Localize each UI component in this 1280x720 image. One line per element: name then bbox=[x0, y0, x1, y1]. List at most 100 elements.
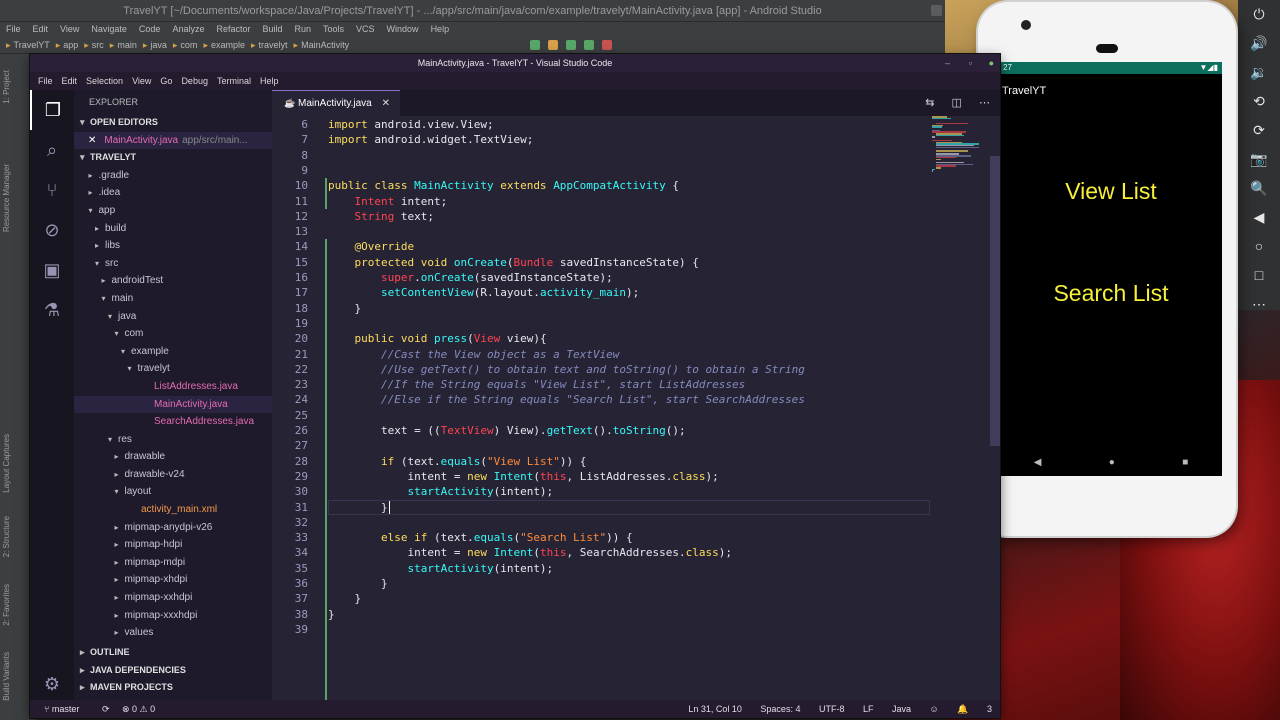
tree-folder[interactable]: ▾ example bbox=[74, 343, 272, 361]
minimap[interactable] bbox=[932, 116, 986, 176]
volume-up-icon[interactable]: 🔊 bbox=[1238, 29, 1280, 58]
close-window-icon[interactable] bbox=[931, 5, 942, 16]
as-breadcrumb-item[interactable]: travelyt bbox=[251, 40, 288, 50]
tree-folder[interactable]: ▾ main bbox=[74, 290, 272, 308]
as-menu-item[interactable]: Help bbox=[431, 24, 450, 34]
as-menu-item[interactable]: Tools bbox=[323, 24, 344, 34]
close-icon[interactable]: ● bbox=[989, 54, 994, 72]
as-breadcrumb-item[interactable]: src bbox=[84, 40, 104, 50]
as-menu-item[interactable]: View bbox=[60, 24, 79, 34]
tree-file[interactable]: MainActivity.java bbox=[74, 395, 272, 414]
code-line[interactable]: if (text.equals("View List")) { bbox=[328, 454, 586, 469]
tree-folder[interactable]: ▾ app bbox=[74, 202, 272, 220]
open-editors-header[interactable]: ▾ OPEN EDITORS bbox=[74, 114, 272, 132]
rotate-right-icon[interactable]: ⟳ bbox=[1238, 116, 1280, 145]
menu-item[interactable]: File bbox=[38, 76, 53, 86]
code-line[interactable]: } bbox=[328, 607, 335, 622]
menu-item[interactable]: Terminal bbox=[217, 76, 251, 86]
code-editor[interactable]: 6 7 8 9 10 11 12 13 14 15 16 17 18 19 20 21 22 23 24 25 26 27… bbox=[272, 116, 1000, 714]
as-menu-item[interactable]: File bbox=[6, 24, 21, 34]
as-menu-item[interactable]: VCS bbox=[356, 24, 375, 34]
as-menu-item[interactable]: Edit bbox=[33, 24, 49, 34]
volume-down-icon[interactable]: 🔉 bbox=[1238, 58, 1280, 87]
as-menu-item[interactable]: Run bbox=[295, 24, 312, 34]
code-line[interactable]: public class MainActivity extends AppCom… bbox=[328, 178, 679, 193]
as-side-tab[interactable]: Resource Manager bbox=[2, 164, 11, 232]
code-line[interactable]: intent = new Intent(this, SearchAddresse… bbox=[328, 545, 732, 560]
as-side-tab[interactable]: 1: Project bbox=[2, 70, 11, 104]
code-line[interactable]: //If the String equals "View List", star… bbox=[328, 377, 745, 392]
as-breadcrumb-item[interactable]: example bbox=[203, 40, 245, 50]
as-menu-item[interactable]: Code bbox=[139, 24, 161, 34]
search-icon[interactable]: ⌕ bbox=[30, 130, 74, 170]
tree-folder[interactable]: ▾ src bbox=[74, 255, 272, 273]
tree-folder[interactable]: ▸ .idea bbox=[74, 184, 272, 202]
tree-folder[interactable]: ▾ travelyt bbox=[74, 360, 272, 378]
more-icon[interactable]: ⋯ bbox=[1238, 290, 1280, 319]
as-breadcrumb-item[interactable]: MainActivity bbox=[294, 40, 350, 50]
java-dependencies-section[interactable]: ▸ JAVA DEPENDENCIES bbox=[74, 662, 272, 680]
end-of-line[interactable]: LF bbox=[863, 704, 874, 714]
code-line[interactable]: } bbox=[328, 301, 361, 316]
project-header[interactable]: ▾ TRAVELYT bbox=[74, 149, 272, 167]
encoding[interactable]: UTF-8 bbox=[819, 704, 845, 714]
code-line[interactable]: } bbox=[328, 576, 388, 591]
code-line[interactable]: setContentView(R.layout.activity_main); bbox=[328, 285, 639, 300]
sync-icon[interactable]: ⟳ bbox=[102, 704, 110, 714]
problems-indicator[interactable]: ⊗ 0 ⚠ 0 bbox=[122, 704, 155, 714]
tree-folder[interactable]: ▸ drawable-v24 bbox=[74, 466, 272, 484]
overview-icon[interactable]: □ bbox=[1238, 261, 1280, 290]
tree-folder[interactable]: ▸ libs bbox=[74, 237, 272, 255]
as-side-tab[interactable]: 2: Favorites bbox=[2, 584, 11, 626]
code-line[interactable]: import android.widget.TextView; bbox=[328, 132, 533, 147]
view-list-button[interactable]: View List bbox=[1000, 178, 1222, 205]
git-branch[interactable]: ⑂ master bbox=[44, 704, 89, 714]
code-line[interactable]: } bbox=[328, 500, 388, 515]
code-line[interactable]: } bbox=[328, 591, 361, 606]
profile-icon[interactable] bbox=[584, 40, 594, 50]
outline-section[interactable]: ▸ OUTLINE bbox=[74, 644, 272, 662]
code-line[interactable]: protected void onCreate(Bundle savedInst… bbox=[328, 255, 699, 270]
code-line[interactable]: else if (text.equals("Search List")) { bbox=[328, 530, 633, 545]
language-mode[interactable]: Java bbox=[892, 704, 911, 714]
tree-folder[interactable]: ▸ mipmap-xxhdpi bbox=[74, 589, 272, 607]
tree-file[interactable]: SearchAddresses.java bbox=[74, 413, 272, 431]
more-actions-icon[interactable]: ⋯ bbox=[979, 97, 990, 109]
as-menu-item[interactable]: Refactor bbox=[216, 24, 250, 34]
rotate-left-icon[interactable]: ⟲ bbox=[1238, 87, 1280, 116]
stop-icon[interactable] bbox=[602, 40, 612, 50]
as-side-tab[interactable]: Layout Captures bbox=[2, 434, 11, 493]
as-menu-item[interactable]: Analyze bbox=[172, 24, 204, 34]
code-line[interactable]: //Cast the View object as a TextView bbox=[328, 347, 619, 362]
back-icon[interactable]: ◀ bbox=[1238, 203, 1280, 232]
tree-folder[interactable]: ▸ androidTest bbox=[74, 272, 272, 290]
code-line[interactable]: @Override bbox=[328, 239, 415, 254]
tree-folder[interactable]: ▾ layout bbox=[74, 483, 272, 501]
test-icon[interactable]: ⚗ bbox=[30, 290, 74, 330]
menu-item[interactable]: View bbox=[132, 76, 151, 86]
open-editor-item[interactable]: ✕ MainActivity.java app/src/main... bbox=[74, 131, 272, 150]
tree-file[interactable]: ListAddresses.java bbox=[74, 378, 272, 396]
files-icon[interactable]: ❐ bbox=[30, 90, 74, 130]
notifications-icon[interactable]: 🔔 3 bbox=[957, 704, 992, 714]
tab-mainactivity[interactable]: ☕ MainActivity.java ✕ bbox=[272, 90, 400, 116]
maven-projects-section[interactable]: ▸ MAVEN PROJECTS bbox=[74, 679, 272, 697]
as-breadcrumb-item[interactable]: app bbox=[56, 40, 79, 50]
code-line[interactable]: String text; bbox=[328, 209, 435, 224]
gear-icon[interactable]: ⚙ bbox=[30, 664, 74, 704]
code-line[interactable]: Intent intent; bbox=[328, 194, 448, 209]
code-line[interactable]: startActivity(intent); bbox=[328, 484, 553, 499]
close-icon[interactable]: ✕ bbox=[88, 135, 96, 146]
power-icon[interactable]: ⏻ bbox=[1238, 0, 1280, 29]
extensions-icon[interactable]: ▣ bbox=[30, 250, 74, 290]
as-menu-item[interactable]: Window bbox=[387, 24, 419, 34]
code-line[interactable]: //Use getText() to obtain text and toStr… bbox=[328, 362, 805, 377]
run-icon[interactable] bbox=[530, 40, 540, 50]
maximize-icon[interactable]: ▫ bbox=[969, 54, 972, 72]
as-menu-item[interactable]: Navigate bbox=[91, 24, 127, 34]
debug-icon[interactable]: ⊘ bbox=[30, 210, 74, 250]
as-menu-item[interactable]: Build bbox=[262, 24, 282, 34]
indentation[interactable]: Spaces: 4 bbox=[760, 704, 800, 714]
as-breadcrumb-item[interactable]: java bbox=[143, 40, 167, 50]
tree-folder[interactable]: ▾ com bbox=[74, 325, 272, 343]
